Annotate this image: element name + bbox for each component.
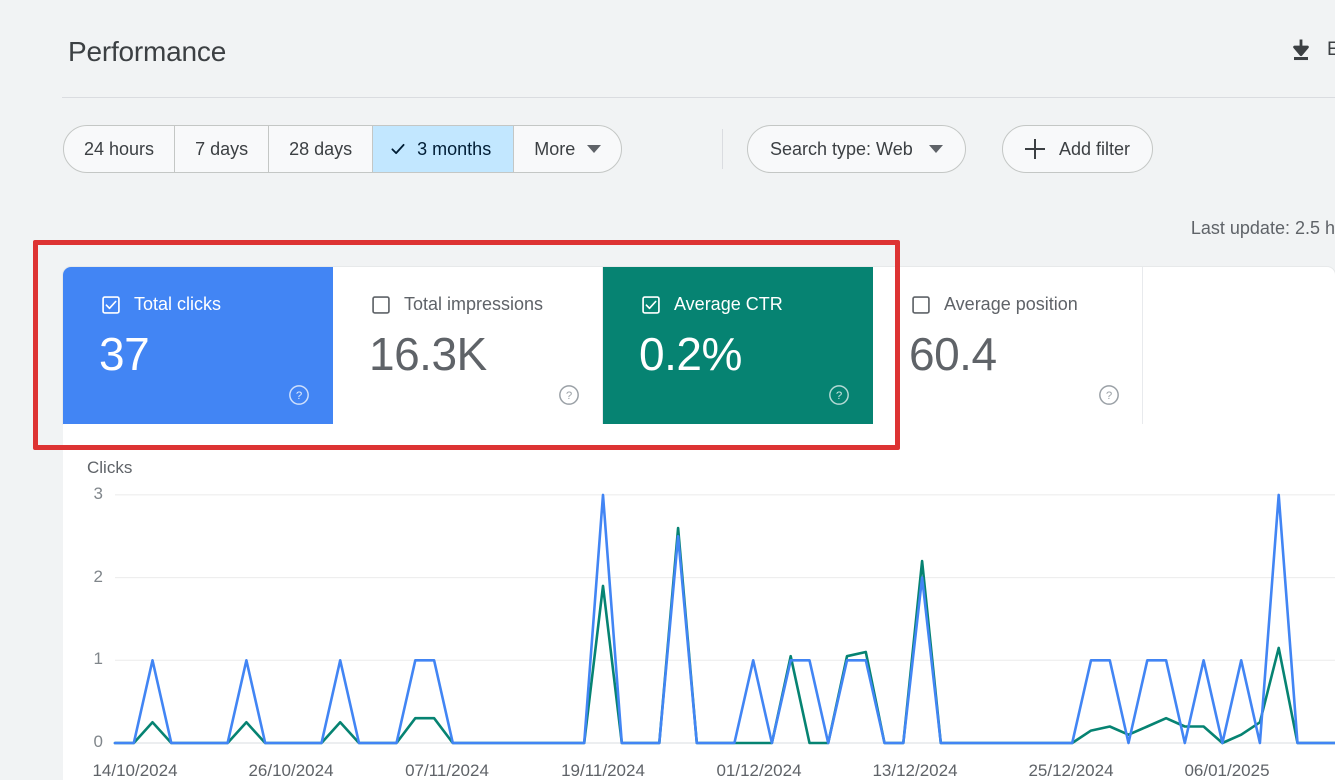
help-icon[interactable]: ? [828, 384, 850, 406]
metric-card-total-impressions-label: Total impressions [404, 294, 544, 314]
filter-bar: 24 hours 7 days 28 days 3 months More Se [0, 125, 1335, 175]
svg-text:?: ? [1106, 390, 1112, 402]
metric-card-average-position-value: 60.4 [909, 328, 997, 380]
chart-x-tick: 01/12/2024 [716, 761, 802, 780]
metric-cards: Total clicks 37 ? Total impressions 16.3… [63, 267, 1335, 424]
add-filter-button[interactable]: Add filter [1002, 125, 1154, 173]
chart-y-tick: 3 [93, 483, 103, 503]
help-icon[interactable]: ? [558, 384, 580, 406]
metric-card-average-ctr-label: Average CTR [674, 294, 783, 314]
svg-text:?: ? [296, 390, 302, 402]
page-header: Performance Export [0, 0, 1335, 98]
download-icon [1293, 39, 1309, 61]
date-range-3-months-label: 3 months [417, 138, 492, 159]
checkbox-checked-icon[interactable] [101, 295, 121, 315]
date-range-more-label: More [534, 138, 576, 159]
chart-x-tick: 14/10/2024 [92, 761, 178, 780]
help-icon[interactable]: ? [1098, 384, 1120, 406]
metric-card-average-ctr-head: Average CTR [641, 294, 783, 315]
checkbox-unchecked-icon[interactable] [911, 295, 931, 315]
export-button[interactable]: Export [1287, 30, 1335, 70]
svg-text:?: ? [836, 390, 842, 402]
metric-card-total-impressions[interactable]: Total impressions 16.3K ? [333, 267, 603, 424]
chart-y-tick: 1 [93, 649, 103, 669]
checkbox-unchecked-icon[interactable] [371, 295, 391, 315]
svg-text:?: ? [566, 390, 572, 402]
metric-card-total-impressions-value: 16.3K [369, 328, 487, 380]
metric-card-total-impressions-head: Total impressions [371, 294, 543, 315]
plus-icon [1025, 139, 1045, 159]
chart-series-ctr [113, 526, 1335, 745]
chevron-down-icon [928, 145, 943, 153]
performance-chart: Clicks 0123 14/10/2024 26/10/2024 07/11/20… [63, 424, 1335, 780]
date-range-more[interactable]: More [514, 126, 621, 172]
chart-y-tick: 0 [93, 732, 103, 751]
date-range-3-months[interactable]: 3 months [373, 126, 515, 172]
chart-svg [113, 493, 1335, 745]
metric-card-average-position-head: Average position [911, 294, 1078, 315]
metric-card-total-clicks-label: Total clicks [134, 294, 222, 314]
last-update-text: Last update: 2.5 h [1190, 218, 1335, 238]
chart-x-tick: 25/12/2024 [1028, 761, 1114, 780]
chart-series-clicks [113, 493, 1335, 745]
chart-plot-area[interactable] [63, 424, 1335, 780]
add-filter-label: Add filter [1059, 138, 1131, 159]
date-range-7-days-label: 7 days [195, 138, 249, 159]
metric-card-average-ctr[interactable]: Average CTR 0.2% ? [603, 267, 873, 424]
metric-card-average-position[interactable]: Average position 60.4 ? [873, 267, 1143, 424]
date-range-selector: 24 hours 7 days 28 days 3 months More [63, 125, 623, 173]
search-type-filter[interactable]: Search type: Web [747, 125, 966, 173]
metric-card-average-ctr-value: 0.2% [639, 328, 742, 380]
export-label: Export [1327, 39, 1335, 60]
chart-x-tick: 07/11/2024 [405, 761, 489, 780]
chart-x-tick: 26/10/2024 [248, 761, 334, 780]
date-range-24-hours-label: 24 hours [84, 138, 155, 159]
date-range-28-days-label: 28 days [289, 138, 353, 159]
date-range-24-hours[interactable]: 24 hours [64, 126, 176, 172]
metric-card-total-clicks[interactable]: Total clicks 37 ? [63, 267, 333, 424]
chart-y-tick: 2 [93, 566, 103, 586]
chart-x-tick: 06/01/2025 [1184, 761, 1270, 780]
search-type-label: Search type: Web [770, 138, 913, 159]
chart-x-tick: 13/12/2024 [872, 761, 958, 780]
metric-card-total-clicks-head: Total clicks [101, 294, 221, 315]
filter-bar-divider [722, 129, 723, 169]
help-icon[interactable]: ? [288, 384, 310, 406]
date-range-7-days[interactable]: 7 days [175, 126, 270, 172]
metric-card-total-clicks-value: 37 [99, 328, 150, 380]
performance-page: Performance Export 24 hours 7 days 28 da… [0, 0, 1335, 780]
metric-card-average-position-label: Average position [944, 294, 1078, 314]
chart-x-tick: 19/11/2024 [561, 761, 645, 780]
header-divider [62, 97, 1335, 98]
chevron-down-icon [587, 145, 602, 153]
check-icon [391, 143, 405, 155]
date-range-28-days[interactable]: 28 days [269, 126, 374, 172]
checkbox-checked-icon[interactable] [641, 295, 661, 315]
page-title: Performance [68, 36, 227, 67]
